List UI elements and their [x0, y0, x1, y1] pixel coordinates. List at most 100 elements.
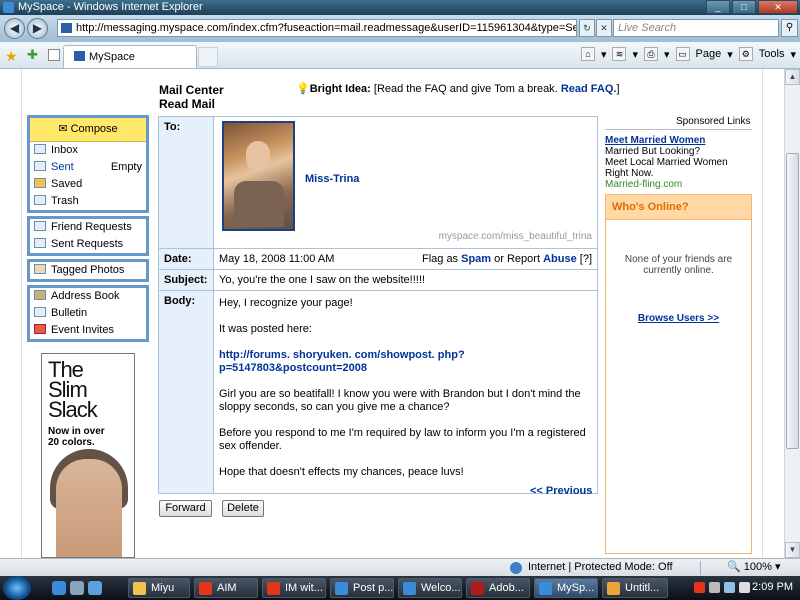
banner-ad[interactable]: The Slim Slack Now in over 20 colors.	[41, 353, 135, 558]
sidebar-item-sent[interactable]: Sent Empty	[30, 159, 146, 176]
message-table: To: Miss-Trina myspace.com/miss_beautifu…	[158, 116, 598, 494]
task-miyu[interactable]: Miyu	[128, 578, 190, 598]
sidebar-item-trash[interactable]: Trash	[30, 193, 146, 210]
recipient-avatar[interactable]	[222, 121, 295, 231]
page-dropdown-icon[interactable]: ▾	[727, 48, 733, 61]
recipient-name-link[interactable]: Miss-Trina	[305, 173, 359, 185]
tools-dropdown-icon[interactable]: ▾	[790, 48, 796, 61]
read-faq-link[interactable]: Read FAQ.	[561, 83, 617, 95]
task-im[interactable]: IM wit...	[262, 578, 326, 598]
favorites-star-icon[interactable]: ★	[5, 48, 18, 65]
maximize-button[interactable]: □	[732, 0, 756, 14]
no-friends-online: None of your friends are currently onlin…	[606, 254, 751, 276]
sidebar-item-address-book[interactable]: Address Book	[30, 288, 146, 305]
previous-link[interactable]: << Previous	[530, 485, 592, 497]
help-link[interactable]: [?]	[580, 253, 592, 265]
bright-idea-label: Bright Idea:	[309, 83, 371, 95]
empty-sent-link[interactable]: Empty	[111, 159, 142, 176]
task-post[interactable]: Post p...	[330, 578, 394, 598]
print-dropdown-icon[interactable]: ▾	[664, 48, 670, 61]
show-desktop-icon[interactable]	[70, 581, 84, 595]
sidebar-item-inbox[interactable]: Inbox	[30, 142, 146, 159]
zoom-icon: 🔍	[727, 561, 741, 573]
feeds-icon[interactable]: ≋	[612, 47, 627, 61]
ad-sub-line1: Now in over	[48, 426, 105, 437]
sidebar-item-bulletin[interactable]: Bulletin	[30, 305, 146, 322]
tab-myspace[interactable]: MySpace	[63, 45, 197, 68]
feeds-dropdown-icon[interactable]: ▾	[632, 48, 638, 61]
divider	[605, 129, 752, 130]
tools-menu[interactable]: Tools	[759, 48, 785, 60]
volume-icon[interactable]	[739, 582, 750, 593]
tray-icon[interactable]	[709, 582, 720, 593]
ie-quicklaunch-icon[interactable]	[52, 581, 66, 595]
clock[interactable]: 2:09 PM	[752, 581, 793, 593]
abuse-link[interactable]: Abuse	[543, 253, 577, 265]
back-button[interactable]: ◀	[4, 18, 25, 39]
page-title: Mail Center Read Mail	[159, 83, 224, 111]
security-zone[interactable]: Internet | Protected Mode: Off	[510, 559, 673, 576]
task-label: Miyu	[151, 582, 175, 594]
page-icon[interactable]: ▭	[675, 47, 690, 61]
switch-windows-icon[interactable]	[88, 581, 102, 595]
body-row: Body: Hey, I recognize your page! It was…	[158, 290, 598, 494]
minimize-button[interactable]: _	[706, 0, 730, 14]
task-aim[interactable]: AIM	[194, 578, 258, 598]
search-icon[interactable]: ⚲	[781, 19, 798, 37]
sidebar-item-sent-requests[interactable]: Sent Requests	[30, 236, 146, 253]
task-label: AIM	[217, 582, 237, 594]
address-input[interactable]: http://messaging.myspace.com/index.cfm?f…	[57, 19, 577, 37]
new-tab-button[interactable]	[198, 47, 218, 67]
browse-users-link[interactable]: Browse Users >>	[638, 313, 719, 324]
nav-group-photos: Tagged Photos	[27, 259, 149, 282]
print-icon[interactable]: ⎙	[644, 47, 659, 61]
task-adobe[interactable]: Adob...	[466, 578, 530, 598]
text-ad-url[interactable]: Married-fling.com	[605, 179, 755, 190]
sidebar-item-saved[interactable]: Saved	[30, 176, 146, 193]
folder-icon	[34, 178, 46, 188]
avatar-face	[246, 141, 270, 171]
forward-nav-button[interactable]: ▶	[27, 18, 48, 39]
zoom-control[interactable]: 🔍 100% ▾	[727, 559, 781, 576]
refresh-icon[interactable]: ↻	[579, 19, 595, 37]
task-myspace[interactable]: MySp...	[534, 578, 598, 598]
task-untitled[interactable]: Untitl...	[602, 578, 668, 598]
page-favicon-icon	[61, 23, 72, 33]
forum-link[interactable]: http://forums. shoryuken. com/showpost. …	[219, 349, 465, 374]
network-icon[interactable]	[724, 582, 735, 593]
scroll-thumb[interactable]	[786, 153, 799, 449]
task-label: MySp...	[557, 582, 595, 594]
home-dropdown-icon[interactable]: ▾	[601, 48, 607, 61]
tab-favicon-icon	[74, 51, 85, 61]
start-button[interactable]	[3, 576, 31, 600]
task-welcome[interactable]: Welco...	[398, 578, 462, 598]
window-controls: _ □ ✕	[706, 0, 798, 14]
search-input[interactable]: Live Search	[613, 19, 779, 37]
quick-tabs-icon[interactable]	[48, 49, 60, 61]
zoom-level: 100%	[743, 561, 772, 573]
body-paragraph: Hope that doesn't effects my chances, pe…	[219, 466, 464, 478]
forward-button[interactable]: Forward	[159, 500, 212, 517]
vertical-scrollbar[interactable]: ▲ ▼	[784, 69, 800, 558]
ie-icon	[539, 582, 552, 595]
aim-tray-icon[interactable]	[694, 582, 705, 593]
task-label: Post p...	[353, 582, 394, 594]
no-friends-line2: currently online.	[643, 265, 714, 276]
stop-icon[interactable]: ✕	[596, 19, 612, 37]
compose-button[interactable]: ✉ Compose	[30, 118, 146, 142]
tools-gear-icon[interactable]: ⚙	[738, 47, 753, 61]
sidebar-item-friend-requests[interactable]: Friend Requests	[30, 219, 146, 236]
body-paragraph: Hey, I recognize your page!	[219, 297, 353, 309]
sidebar-item-tagged-photos[interactable]: Tagged Photos	[30, 262, 146, 279]
text-ad-headline[interactable]: Meet Married Women	[605, 135, 705, 146]
close-button[interactable]: ✕	[758, 0, 798, 14]
spam-link[interactable]: Spam	[461, 253, 491, 265]
delete-button[interactable]: Delete	[222, 500, 264, 517]
add-favorites-icon[interactable]: ✚	[27, 47, 38, 63]
home-icon[interactable]: ⌂	[580, 47, 595, 61]
scroll-down-icon[interactable]: ▼	[785, 542, 800, 558]
sidebar-item-event-invites[interactable]: Event Invites	[30, 322, 146, 339]
sent-icon	[34, 161, 46, 171]
page-menu[interactable]: Page	[696, 48, 722, 60]
scroll-up-icon[interactable]: ▲	[785, 69, 800, 85]
